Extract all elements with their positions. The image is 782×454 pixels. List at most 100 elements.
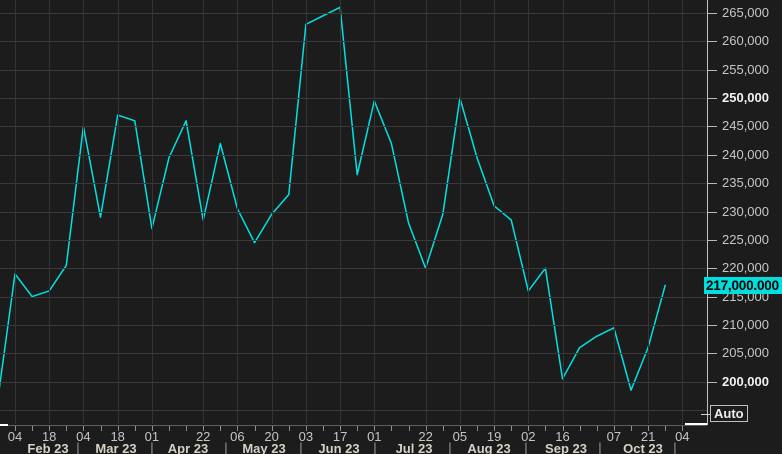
x-axis-month-label: Sep 23 [545, 441, 587, 454]
x-axis-line [0, 425, 707, 426]
x-axis-tick [357, 426, 358, 431]
y-axis-label: 250,000 [722, 90, 769, 106]
h-gridline [0, 126, 707, 127]
chart-window: 265,000 260,000 255,000 250,000 245,000 240,0… [0, 0, 782, 454]
x-axis-month-label: Jul 23 [396, 441, 433, 454]
v-gridline [118, 0, 119, 424]
y-axis-tick [707, 297, 717, 298]
x-axis-month-label: Oct 23 [623, 441, 663, 454]
y-axis-tick [707, 268, 717, 269]
h-gridline [0, 70, 707, 71]
y-axis-label: 240,000 [722, 147, 769, 163]
v-gridline [15, 0, 16, 424]
x-axis-tick [477, 426, 478, 431]
h-gridline [0, 353, 707, 354]
x-axis-month-separator: | [76, 440, 79, 454]
x-axis-tick [409, 426, 410, 431]
x-axis-month-separator: | [299, 440, 302, 454]
h-gridline [0, 297, 707, 298]
y-axis-label: 225,000 [722, 232, 769, 248]
x-axis-tick [665, 426, 666, 431]
x-axis-highlight-left [0, 424, 8, 426]
h-gridline [0, 98, 707, 99]
v-gridline [374, 0, 375, 424]
x-axis-month-label: Feb 23 [27, 441, 68, 454]
x-axis-day-label: 04 [8, 429, 22, 444]
x-axis-month-separator: | [150, 440, 153, 454]
x-axis-tick [511, 426, 512, 431]
y-axis-label: 265,000 [722, 5, 769, 21]
y-axis-label: 200,000 [722, 374, 769, 390]
x-axis-day-label: 04 [675, 429, 689, 444]
x-axis-tick [631, 426, 632, 431]
x-axis-tick [443, 426, 444, 431]
y-axis-tick [707, 41, 717, 42]
v-gridline [614, 0, 615, 424]
last-value-label: 217,000.000 [706, 278, 779, 293]
v-gridline [682, 0, 683, 424]
y-axis-label: 205,000 [722, 345, 769, 361]
x-axis-highlight-right [685, 423, 707, 425]
v-gridline [272, 0, 273, 424]
x-axis-tick [101, 426, 102, 431]
x-axis-day-label: 07 [607, 429, 621, 444]
x-axis-month-label: Jun 23 [318, 441, 359, 454]
y-axis-tick [707, 212, 717, 213]
x-axis-tick [186, 426, 187, 431]
v-gridline [494, 0, 495, 424]
y-axis-tick [707, 183, 717, 184]
h-gridline [0, 212, 707, 213]
x-axis-tick [323, 426, 324, 431]
y-axis-label: 260,000 [722, 33, 769, 49]
v-gridline [648, 0, 649, 424]
x-axis-tick [169, 426, 170, 431]
y-axis-tick [707, 353, 717, 354]
y-axis-tick [707, 98, 717, 99]
last-value-badge: 217,000.000 [704, 277, 782, 294]
auto-scale-button[interactable]: Auto [710, 405, 748, 422]
v-gridline [152, 0, 153, 424]
x-axis-month-separator: | [524, 440, 527, 454]
x-axis-day-label: 05 [453, 429, 467, 444]
v-gridline [49, 0, 50, 424]
h-gridline [0, 183, 707, 184]
y-axis-tick [707, 70, 717, 71]
y-axis-line[interactable] [707, 0, 708, 425]
h-gridline [0, 41, 707, 42]
h-gridline [0, 382, 707, 383]
h-gridline [0, 13, 707, 14]
x-axis-tick [32, 426, 33, 431]
x-axis-month-separator: | [373, 440, 376, 454]
h-gridline [0, 240, 707, 241]
h-gridline [0, 410, 707, 411]
x-axis-tick [391, 426, 392, 431]
y-axis-tick [707, 325, 717, 326]
y-axis-label: 235,000 [722, 175, 769, 191]
x-axis-month-label: May 23 [242, 441, 285, 454]
y-axis-label: 245,000 [722, 118, 769, 134]
v-gridline [563, 0, 564, 424]
y-axis-tick [707, 240, 717, 241]
v-gridline [306, 0, 307, 424]
plot-area[interactable] [0, 0, 707, 425]
x-axis-tick [66, 426, 67, 431]
v-gridline [528, 0, 529, 424]
x-axis-day-label: 02 [521, 429, 535, 444]
h-gridline [0, 155, 707, 156]
x-axis-month-label: Apr 23 [168, 441, 208, 454]
x-axis-tick [135, 426, 136, 431]
y-axis-label: 255,000 [722, 62, 769, 78]
x-axis-month-separator: | [673, 440, 676, 454]
auto-connector-line [701, 414, 710, 415]
v-gridline [203, 0, 204, 424]
x-axis-month-label: Aug 23 [467, 441, 510, 454]
y-axis-label: 220,000 [722, 260, 769, 276]
v-gridline [340, 0, 341, 424]
x-axis-tick [580, 426, 581, 431]
y-axis-label: 210,000 [722, 317, 769, 333]
y-axis-label: 230,000 [722, 204, 769, 220]
x-axis-month-separator: | [598, 440, 601, 454]
y-axis-tick [707, 13, 717, 14]
h-gridline [0, 325, 707, 326]
x-axis-month-separator: | [224, 440, 227, 454]
